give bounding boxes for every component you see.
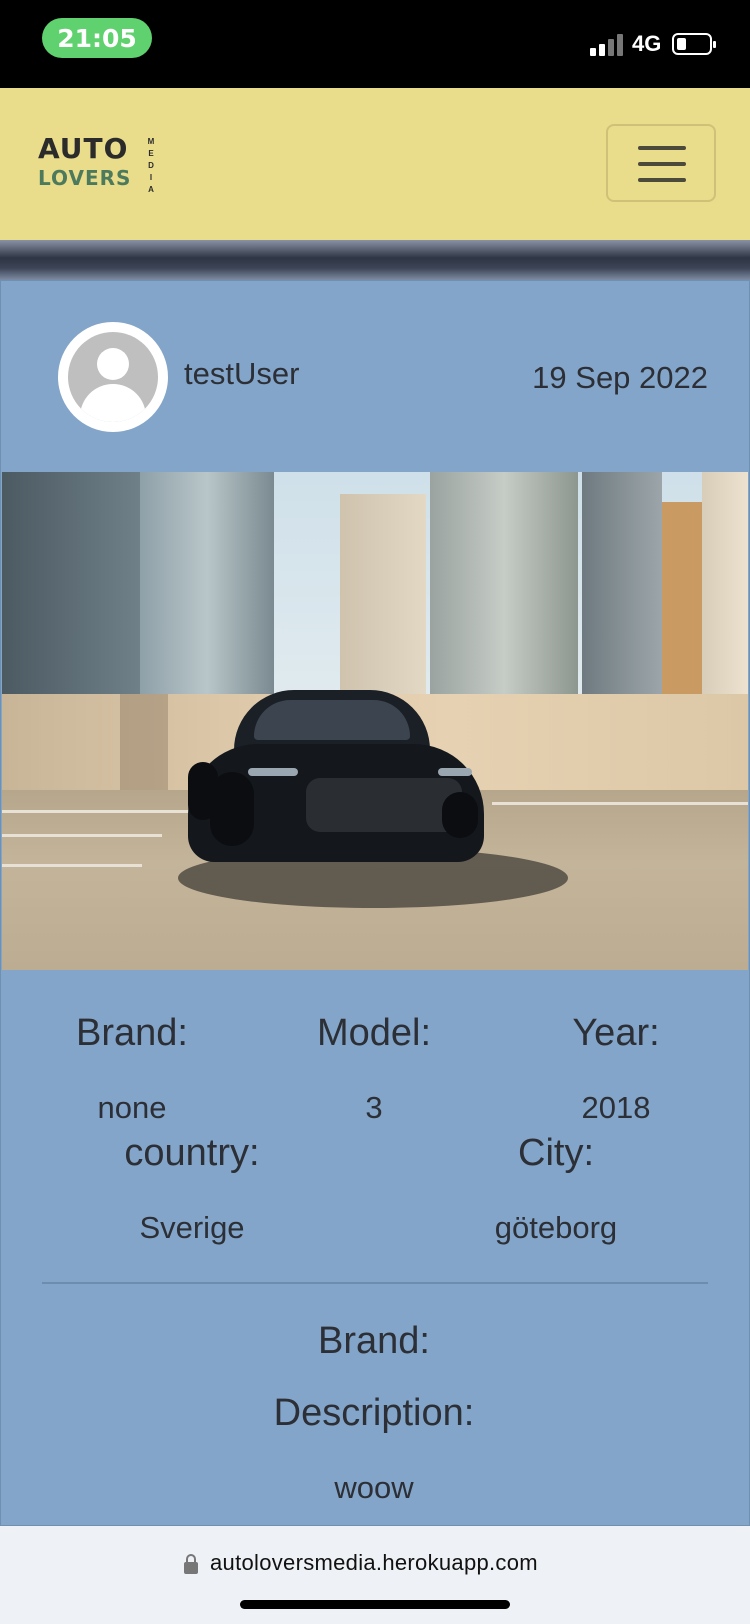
country-label: country:	[124, 1132, 260, 1174]
country-value: Sverige	[139, 1210, 245, 1245]
hamburger-menu-icon[interactable]	[606, 124, 716, 202]
model-label: Model:	[316, 1012, 432, 1054]
year-label: Year:	[572, 1012, 660, 1054]
lower-brand-label: Brand:	[318, 1320, 430, 1362]
default-avatar-icon	[58, 322, 168, 432]
car-photo	[2, 472, 748, 970]
logo-top-text: AUTO	[38, 132, 129, 165]
description-label: Description:	[273, 1392, 475, 1434]
section-divider	[42, 1282, 708, 1284]
browser-url-bar[interactable]: autoloversmedia.herokuapp.com	[0, 1526, 750, 1624]
description-value: woow	[334, 1470, 414, 1505]
navbar: AUTO LOVERS MEDIA	[0, 88, 750, 240]
network-label: 4G	[632, 31, 662, 56]
city-label: City:	[518, 1132, 594, 1174]
signal-icon	[590, 32, 626, 56]
home-indicator[interactable]	[240, 1600, 510, 1609]
brand-label: Brand:	[76, 1012, 188, 1054]
url-text[interactable]: autoloversmedia.herokuapp.com	[210, 1550, 538, 1576]
post-date: 19 Sep 2022	[532, 360, 708, 395]
year-value: 2018	[581, 1090, 651, 1125]
header-shadow	[0, 240, 750, 280]
logo-bottom-text: LOVERS	[38, 166, 132, 190]
brand-value: none	[97, 1090, 167, 1125]
post-username[interactable]: testUser	[184, 356, 299, 392]
lock-icon	[184, 1554, 198, 1574]
city-value: göteborg	[494, 1210, 618, 1245]
battery-icon	[672, 33, 716, 55]
model-value: 3	[365, 1090, 383, 1125]
status-time: 21:05	[42, 18, 152, 58]
status-bar: 21:05 4G	[0, 0, 750, 88]
logo-side-text: MEDIA	[147, 137, 155, 194]
